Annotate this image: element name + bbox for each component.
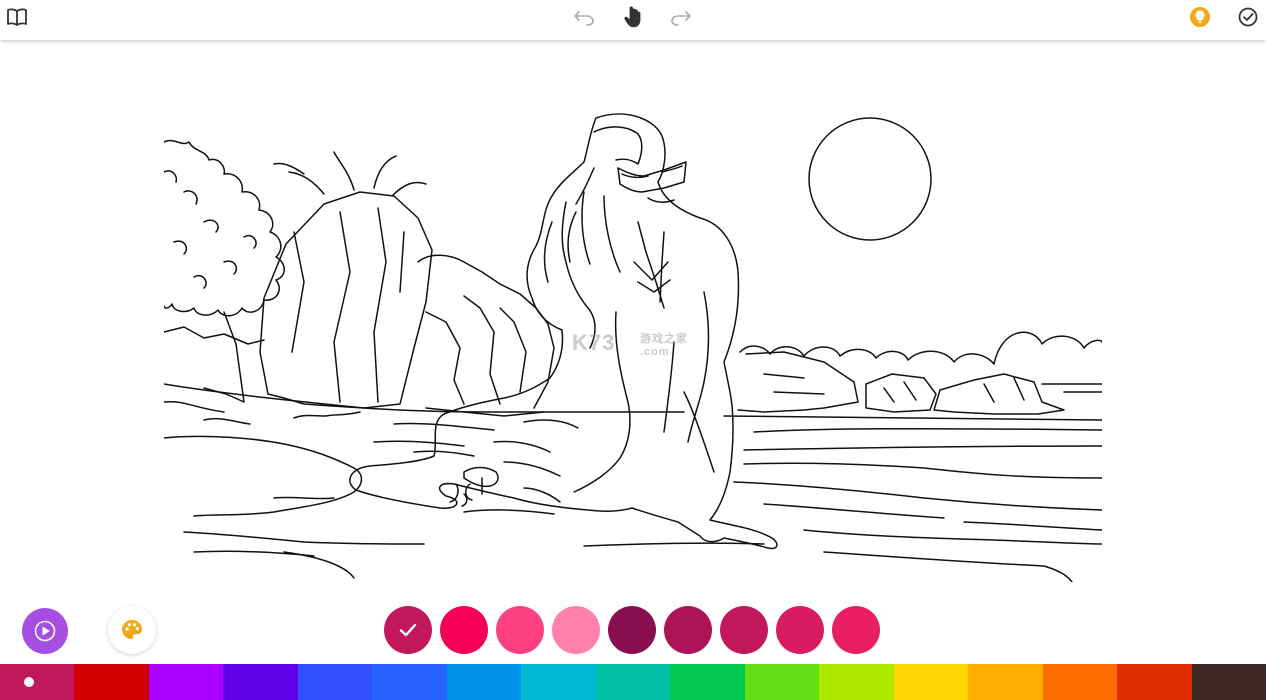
color-bar-segment[interactable] [446, 664, 522, 700]
color-bar-segment[interactable] [670, 664, 745, 700]
color-bar-segment[interactable] [595, 664, 671, 700]
color-swatch[interactable] [720, 606, 768, 654]
color-bar-segment[interactable] [223, 664, 298, 700]
play-button[interactable] [22, 608, 68, 654]
color-bar-segment[interactable] [893, 664, 969, 700]
color-swatch[interactable] [440, 606, 488, 654]
color-bar-segment[interactable] [74, 664, 149, 700]
check-icon [399, 623, 417, 637]
color-bar-segment[interactable] [148, 664, 224, 700]
color-swatch[interactable] [776, 606, 824, 654]
lightbulb-icon[interactable] [1187, 4, 1213, 30]
active-indicator [24, 677, 34, 687]
color-bar-segment[interactable] [297, 664, 373, 700]
play-icon [34, 620, 56, 642]
color-swatch[interactable] [832, 606, 880, 654]
watermark: K73 游戏之家 .com [572, 330, 688, 358]
hand-icon[interactable] [620, 4, 646, 30]
color-swatch[interactable] [384, 606, 432, 654]
redo-icon[interactable] [668, 4, 694, 30]
color-bar-segment[interactable] [819, 664, 894, 700]
check-circle-icon[interactable] [1235, 4, 1261, 30]
color-bar [0, 664, 1266, 700]
watermark-logo: K73 [572, 330, 616, 355]
color-bar-segment[interactable] [968, 664, 1043, 700]
sun-outline [808, 117, 932, 241]
watermark-sub: 游戏之家 [640, 333, 688, 345]
color-swatch[interactable] [496, 606, 544, 654]
color-bar-segment[interactable] [0, 664, 75, 700]
color-bar-segment[interactable] [521, 664, 596, 700]
color-bar-segment[interactable] [372, 664, 447, 700]
palette-button[interactable] [108, 606, 156, 654]
color-swatch[interactable] [608, 606, 656, 654]
color-bar-segment[interactable] [1042, 664, 1118, 700]
watermark-domain: .com [640, 346, 670, 358]
color-swatch[interactable] [664, 606, 712, 654]
color-bar-segment[interactable] [1191, 664, 1266, 700]
palette-icon [122, 620, 142, 639]
color-bar-segment[interactable] [744, 664, 820, 700]
color-bar-segment[interactable] [1117, 664, 1192, 700]
undo-icon[interactable] [571, 4, 597, 30]
color-swatch[interactable] [552, 606, 600, 654]
top-toolbar [0, 0, 1266, 40]
coloring-canvas[interactable]: K73 游戏之家 .com [164, 112, 1102, 582]
book-icon[interactable] [4, 4, 30, 30]
